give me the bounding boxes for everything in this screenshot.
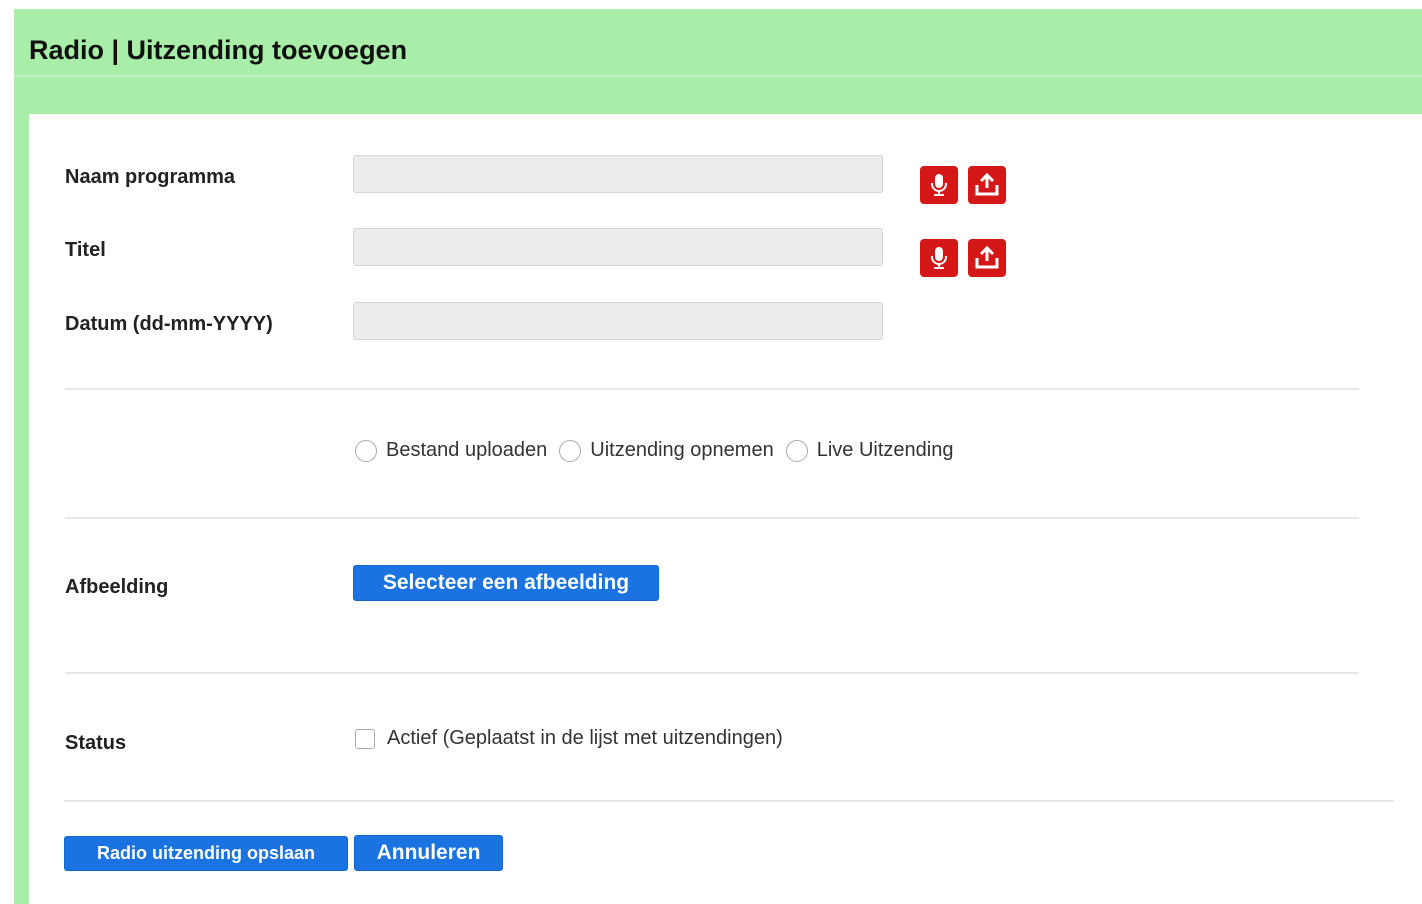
program-name-upload-button[interactable] [968,166,1006,204]
record-broadcast-radio-label[interactable]: Uitzending opnemen [590,439,773,462]
date-label: Datum (dd-mm-YYYY) [65,313,273,335]
active-checkbox[interactable] [355,728,375,749]
title-record-button[interactable] [920,239,958,277]
page-frame: Radio | Uitzending toevoegen Naam progra… [14,9,1422,904]
program-name-record-button[interactable] [920,166,958,204]
section-divider [64,800,1394,802]
record-broadcast-radio[interactable] [559,439,582,462]
title-input[interactable] [353,228,883,266]
upload-icon [975,245,999,269]
program-name-input[interactable] [353,155,883,193]
image-label: Afbeelding [65,576,169,598]
cancel-button[interactable]: Annuleren [354,835,503,871]
source-radio-group: Bestand uploaden Uitzending opnemen Live… [355,439,965,462]
live-broadcast-radio-label[interactable]: Live Uitzending [817,439,954,462]
live-broadcast-radio[interactable] [785,439,808,462]
program-name-label: Naam programma [65,166,236,188]
upload-file-radio-label[interactable]: Bestand uploaden [386,439,547,462]
status-label: Status [65,732,127,754]
upload-file-radio[interactable] [355,439,377,462]
active-checkbox-label[interactable]: Actief (Geplaatst in de lijst met uitzen… [387,727,783,750]
title-label: Titel [65,239,106,261]
section-divider [65,517,1359,519]
header-divider [14,75,1422,77]
save-broadcast-button[interactable]: Radio uitzending opslaan [64,836,348,871]
select-image-button[interactable]: Selecteer een afbeelding [353,565,659,601]
upload-icon [975,172,999,196]
date-input[interactable] [353,302,883,340]
microphone-icon [931,174,947,196]
section-divider [65,388,1359,390]
form-panel: Naam programma Titel Datum (dd-mm-YYYY) … [29,114,1422,904]
status-checkbox-row: Actief (Geplaatst in de lijst met uitzen… [355,727,783,750]
title-upload-button[interactable] [968,239,1006,277]
microphone-icon [931,247,947,269]
section-divider [65,672,1359,674]
page-title: Radio | Uitzending toevoegen [29,35,408,65]
